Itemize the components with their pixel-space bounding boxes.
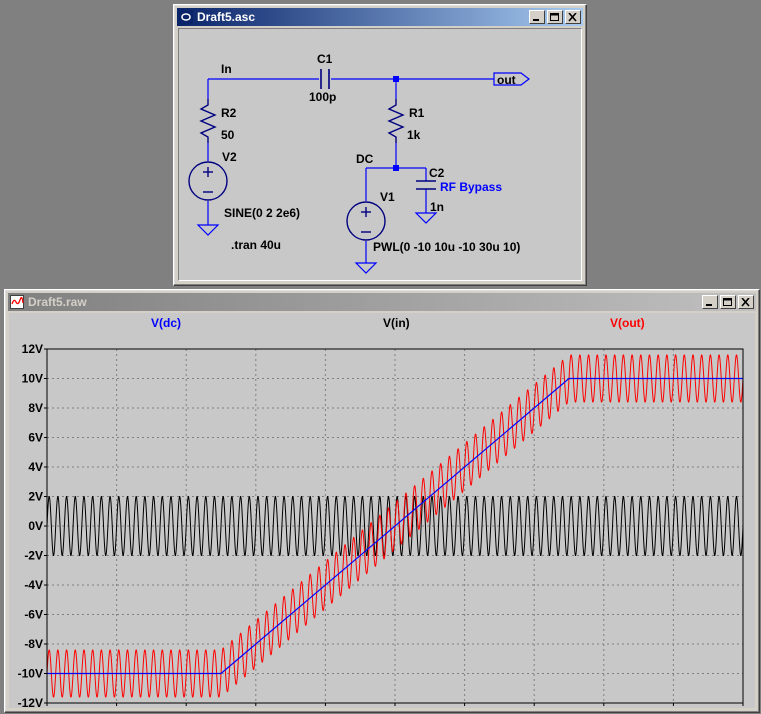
waveform-window-title: Draft5.raw bbox=[28, 295, 87, 309]
y-tick-label: -4V bbox=[24, 578, 43, 592]
waveform-window[interactable]: Draft5.raw V(dc) V(in) V(out) 0µs4µs8µs1… bbox=[4, 289, 760, 714]
schematic-window[interactable]: Draft5.asc In C1 100p out R2 50 V2 SINE(… bbox=[173, 4, 587, 286]
x-tick-label: 36µs bbox=[660, 706, 687, 708]
net-label-in: In bbox=[221, 62, 232, 76]
y-tick-label: -8V bbox=[24, 637, 43, 651]
x-tick-label: 4µs bbox=[106, 706, 127, 708]
x-tick-label: 8µs bbox=[176, 706, 197, 708]
c1-name: C1 bbox=[317, 52, 333, 66]
x-tick-label: 24µs bbox=[451, 706, 478, 708]
ground-symbol-v2 bbox=[196, 224, 220, 236]
c2-name: C2 bbox=[429, 166, 445, 180]
minimize-icon bbox=[706, 304, 712, 306]
close-icon bbox=[568, 13, 577, 22]
x-tick-label: 20µs bbox=[382, 706, 409, 708]
y-tick-label: -2V bbox=[24, 549, 43, 563]
maximize-button[interactable] bbox=[547, 10, 563, 24]
x-tick-label: 12µs bbox=[242, 706, 269, 708]
out-port-label: out bbox=[497, 73, 516, 87]
y-tick-label: 12V bbox=[22, 342, 43, 356]
wires bbox=[207, 78, 494, 263]
maximize-icon bbox=[723, 298, 732, 306]
y-tick-label: 2V bbox=[28, 490, 43, 504]
trace-label-vout[interactable]: V(out) bbox=[610, 316, 645, 330]
waveform-titlebar[interactable]: Draft5.raw bbox=[8, 293, 756, 311]
y-tick-label: -6V bbox=[24, 608, 43, 622]
r2-name: R2 bbox=[221, 106, 237, 120]
net-label-dc: DC bbox=[356, 152, 374, 166]
trace-label-vdc[interactable]: V(dc) bbox=[151, 316, 181, 330]
waveform-close-button[interactable] bbox=[738, 295, 754, 309]
voltage-source-v2[interactable] bbox=[188, 161, 228, 201]
y-tick-label: 6V bbox=[28, 431, 43, 445]
x-tick-label: 16µs bbox=[312, 706, 339, 708]
waveform-minimize-button[interactable] bbox=[702, 295, 718, 309]
ground-symbol-v1 bbox=[354, 262, 378, 274]
r2-value: 50 bbox=[221, 128, 235, 142]
c1-value: 100p bbox=[309, 90, 336, 104]
waveform-maximize-button[interactable] bbox=[720, 295, 736, 309]
schematic-canvas[interactable]: In C1 100p out R2 50 V2 SINE(0 2 2e6) .t… bbox=[178, 28, 582, 281]
junction-dc bbox=[393, 165, 399, 171]
minimize-icon bbox=[533, 19, 539, 21]
y-tick-label: 0V bbox=[28, 519, 43, 533]
y-tick-label: -10V bbox=[18, 667, 43, 681]
x-tick-label: 40µs bbox=[730, 706, 755, 708]
close-icon bbox=[741, 298, 750, 307]
junction-top bbox=[393, 76, 399, 82]
x-tick-label: 28µs bbox=[521, 706, 548, 708]
c2-comment: RF Bypass bbox=[440, 180, 502, 194]
r1-name: R1 bbox=[409, 106, 425, 120]
waveform-canvas[interactable]: V(dc) V(in) V(out) 0µs4µs8µs12µs16µs20µs… bbox=[9, 313, 757, 714]
v1-value: PWL(0 -10 10u -10 30u 10) bbox=[373, 240, 520, 254]
voltage-source-v1[interactable] bbox=[346, 201, 386, 241]
schematic-drawing[interactable]: In C1 100p out R2 50 V2 SINE(0 2 2e6) .t… bbox=[179, 29, 583, 284]
resistor-r1[interactable] bbox=[387, 99, 405, 143]
v2-value: SINE(0 2 2e6) bbox=[224, 206, 300, 220]
trace-label-vin[interactable]: V(in) bbox=[383, 316, 410, 330]
x-tick-label: 32µs bbox=[590, 706, 617, 708]
v2-name: V2 bbox=[222, 150, 237, 164]
y-tick-label: 8V bbox=[28, 401, 43, 415]
v1-name: V1 bbox=[380, 190, 395, 204]
schematic-app-icon bbox=[179, 10, 193, 24]
ground-symbol-c2 bbox=[414, 212, 438, 224]
r1-value: 1k bbox=[407, 128, 421, 142]
schematic-titlebar[interactable]: Draft5.asc bbox=[177, 8, 583, 26]
y-tick-label: 4V bbox=[28, 460, 43, 474]
y-tick-label: 10V bbox=[22, 372, 43, 386]
resistor-r2[interactable] bbox=[199, 99, 217, 143]
c2-value: 1n bbox=[430, 200, 444, 214]
waveform-app-icon bbox=[10, 295, 24, 309]
y-tick-label: -12V bbox=[18, 696, 43, 708]
capacitor-c2[interactable] bbox=[416, 180, 436, 190]
capacitor-c1[interactable] bbox=[320, 69, 330, 89]
waveform-plot[interactable]: V(dc) V(in) V(out) 0µs4µs8µs12µs16µs20µs… bbox=[9, 313, 757, 714]
minimize-button[interactable] bbox=[529, 10, 545, 24]
schematic-window-title: Draft5.asc bbox=[197, 10, 256, 24]
tran-directive: .tran 40u bbox=[231, 238, 281, 252]
maximize-icon bbox=[550, 13, 559, 21]
close-button[interactable] bbox=[565, 10, 581, 24]
